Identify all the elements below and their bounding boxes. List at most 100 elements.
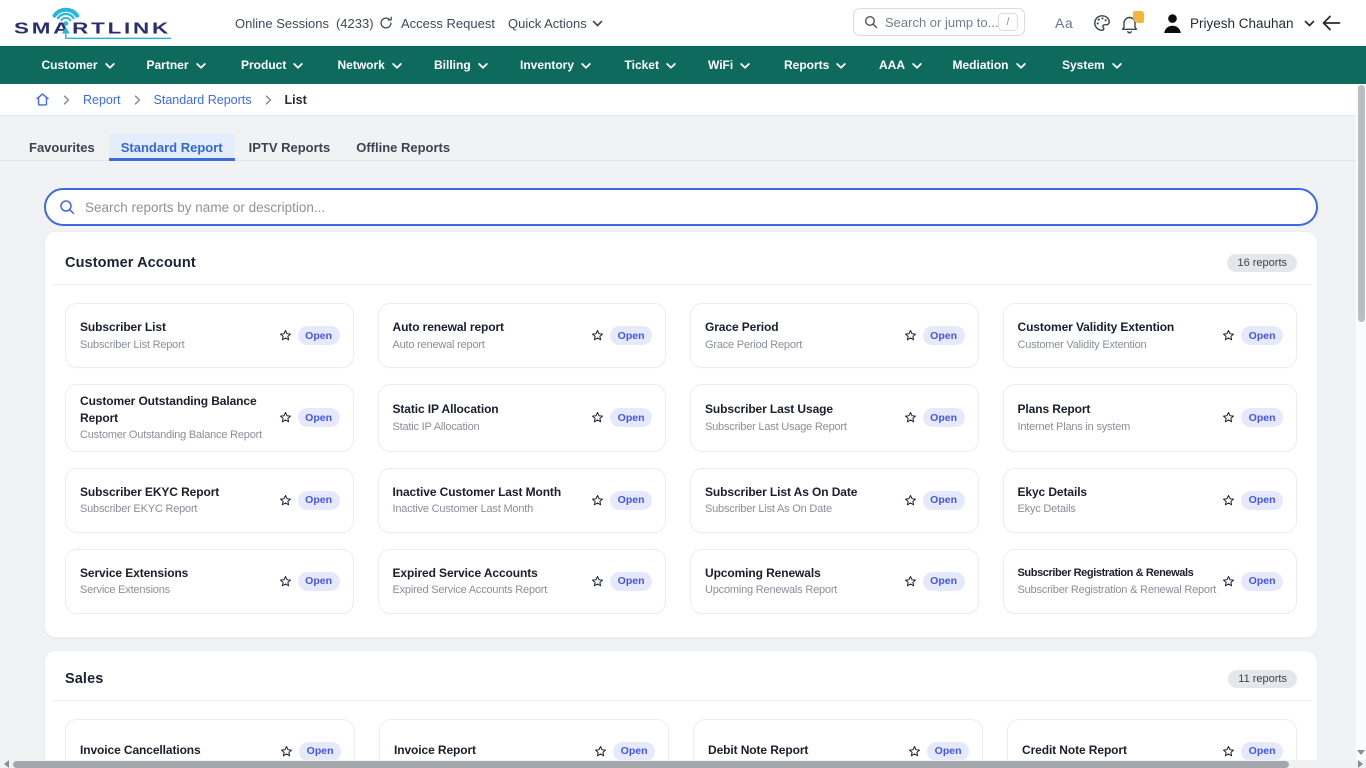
nav-item-wifi[interactable]: WiFi [708,46,750,84]
scroll-down-arrow[interactable] [1356,745,1366,759]
report-card: Grace Period Grace Period Report Open [690,303,979,368]
open-report-button[interactable]: Open [927,742,969,761]
breadcrumb-report[interactable]: Report [83,93,121,107]
access-request-link[interactable]: Access Request [401,0,495,46]
tab-favourites[interactable]: Favourites [17,133,107,161]
nav-item-aaa[interactable]: AAA [879,46,922,84]
tab-standard-report[interactable]: Standard Report [109,133,235,161]
favourite-star-button[interactable] [908,745,921,758]
open-report-button[interactable]: Open [298,491,340,510]
report-section: Sales 11 reports Invoice Cancellations O… [44,650,1318,768]
search-icon [59,199,75,215]
nav-item-product[interactable]: Product [241,46,303,84]
open-report-button[interactable]: Open [613,742,655,761]
favourite-star-button[interactable] [904,494,917,507]
scroll-right-arrow[interactable] [1354,760,1366,768]
global-search[interactable]: / [853,8,1025,36]
main-nav: Customer Partner Product Network Billing… [0,46,1366,84]
report-subtitle: Internet Plans in system [1018,420,1217,435]
favourite-star-button[interactable] [1222,411,1235,424]
nav-item-system[interactable]: System [1062,46,1122,84]
open-report-button[interactable]: Open [1241,326,1283,345]
nav-item-inventory[interactable]: Inventory [520,46,591,84]
user-menu[interactable]: Priyesh Chauhan [1163,0,1315,46]
refresh-icon[interactable] [379,16,393,30]
open-report-button[interactable]: Open [610,491,652,510]
report-subtitle: Grace Period Report [705,338,898,353]
open-report-button[interactable]: Open [1241,491,1283,510]
open-report-button[interactable]: Open [298,408,340,427]
divider [52,284,1310,285]
horizontal-scrollbar-thumb[interactable] [13,761,1289,768]
favourite-star-button[interactable] [279,494,292,507]
report-search[interactable] [44,188,1318,226]
favourite-star-button[interactable] [904,575,917,588]
open-report-button[interactable]: Open [923,491,965,510]
favourite-star-button[interactable] [591,411,604,424]
notifications-bell[interactable] [1121,0,1141,46]
open-report-button[interactable]: Open [923,572,965,591]
open-report-button[interactable]: Open [923,326,965,345]
favourite-star-button[interactable] [279,329,292,342]
nav-item-reports[interactable]: Reports [784,46,846,84]
favourite-star-button[interactable] [279,575,292,588]
quick-actions-menu[interactable]: Quick Actions [508,0,603,46]
favourite-star-button[interactable] [591,494,604,507]
open-report-button[interactable]: Open [1241,742,1283,761]
theme-palette-icon[interactable] [1093,0,1111,46]
favourite-star-button[interactable] [1222,494,1235,507]
nav-item-billing[interactable]: Billing [434,46,488,84]
tab-label: IPTV Reports [249,140,331,155]
open-report-button[interactable]: Open [299,742,341,761]
report-title: Customer Validity Extention [1018,319,1217,336]
open-report-button[interactable]: Open [1241,572,1283,591]
nav-item-mediation[interactable]: Mediation [953,46,1026,84]
breadcrumb-standard-reports[interactable]: Standard Reports [154,93,252,107]
vertical-scrollbar[interactable] [1356,84,1366,760]
smartlink-logo[interactable]: SMARTLINK [13,2,179,44]
favourite-star-button[interactable] [1222,575,1235,588]
vertical-scrollbar-thumb[interactable] [1358,85,1365,322]
favourite-star-button[interactable] [591,575,604,588]
report-subtitle: Expired Service Accounts Report [393,583,586,598]
open-report-button[interactable]: Open [610,572,652,591]
breadcrumb-separator-icon [134,95,141,105]
scroll-left-arrow[interactable] [0,760,12,768]
report-card: Subscriber Last Usage Subscriber Last Us… [690,384,979,452]
online-sessions[interactable]: Online Sessions (4233) [235,0,393,46]
favourite-star-button[interactable] [1222,329,1235,342]
report-title: Expired Service Accounts [393,565,586,582]
favourite-star-button[interactable] [1222,745,1235,758]
report-search-input[interactable] [85,200,1303,215]
nav-item-ticket[interactable]: Ticket [625,46,676,84]
open-report-button[interactable]: Open [923,408,965,427]
open-report-button[interactable]: Open [1241,408,1283,427]
favourite-star-button[interactable] [594,745,607,758]
open-report-button[interactable]: Open [610,408,652,427]
tab-iptv-reports[interactable]: IPTV Reports [237,133,343,161]
global-search-input[interactable] [885,15,998,30]
home-icon[interactable] [35,92,50,107]
section-report-count-badge: 11 reports [1228,670,1297,688]
report-title: Subscriber List As On Date [705,484,898,501]
favourite-star-button[interactable] [279,411,292,424]
favourite-star-button[interactable] [904,329,917,342]
nav-item-customer[interactable]: Customer [42,46,115,84]
nav-item-partner[interactable]: Partner [147,46,206,84]
horizontal-scrollbar[interactable] [0,760,1366,768]
open-report-button[interactable]: Open [610,326,652,345]
chevron-down-icon [105,63,115,69]
report-card: Inactive Customer Last Month Inactive Cu… [378,468,667,533]
open-report-button[interactable]: Open [298,326,340,345]
favourite-star-button[interactable] [280,745,293,758]
back-arrow-button[interactable] [1322,0,1341,46]
font-size-toggle[interactable]: Aa [1055,0,1073,46]
report-subtitle: Inactive Customer Last Month [393,502,586,517]
nav-item-label: WiFi [708,58,733,72]
open-report-button[interactable]: Open [298,572,340,591]
tab-offline-reports[interactable]: Offline Reports [344,133,462,161]
report-title: Auto renewal report [393,319,586,336]
favourite-star-button[interactable] [591,329,604,342]
nav-item-network[interactable]: Network [338,46,402,84]
favourite-star-button[interactable] [904,411,917,424]
